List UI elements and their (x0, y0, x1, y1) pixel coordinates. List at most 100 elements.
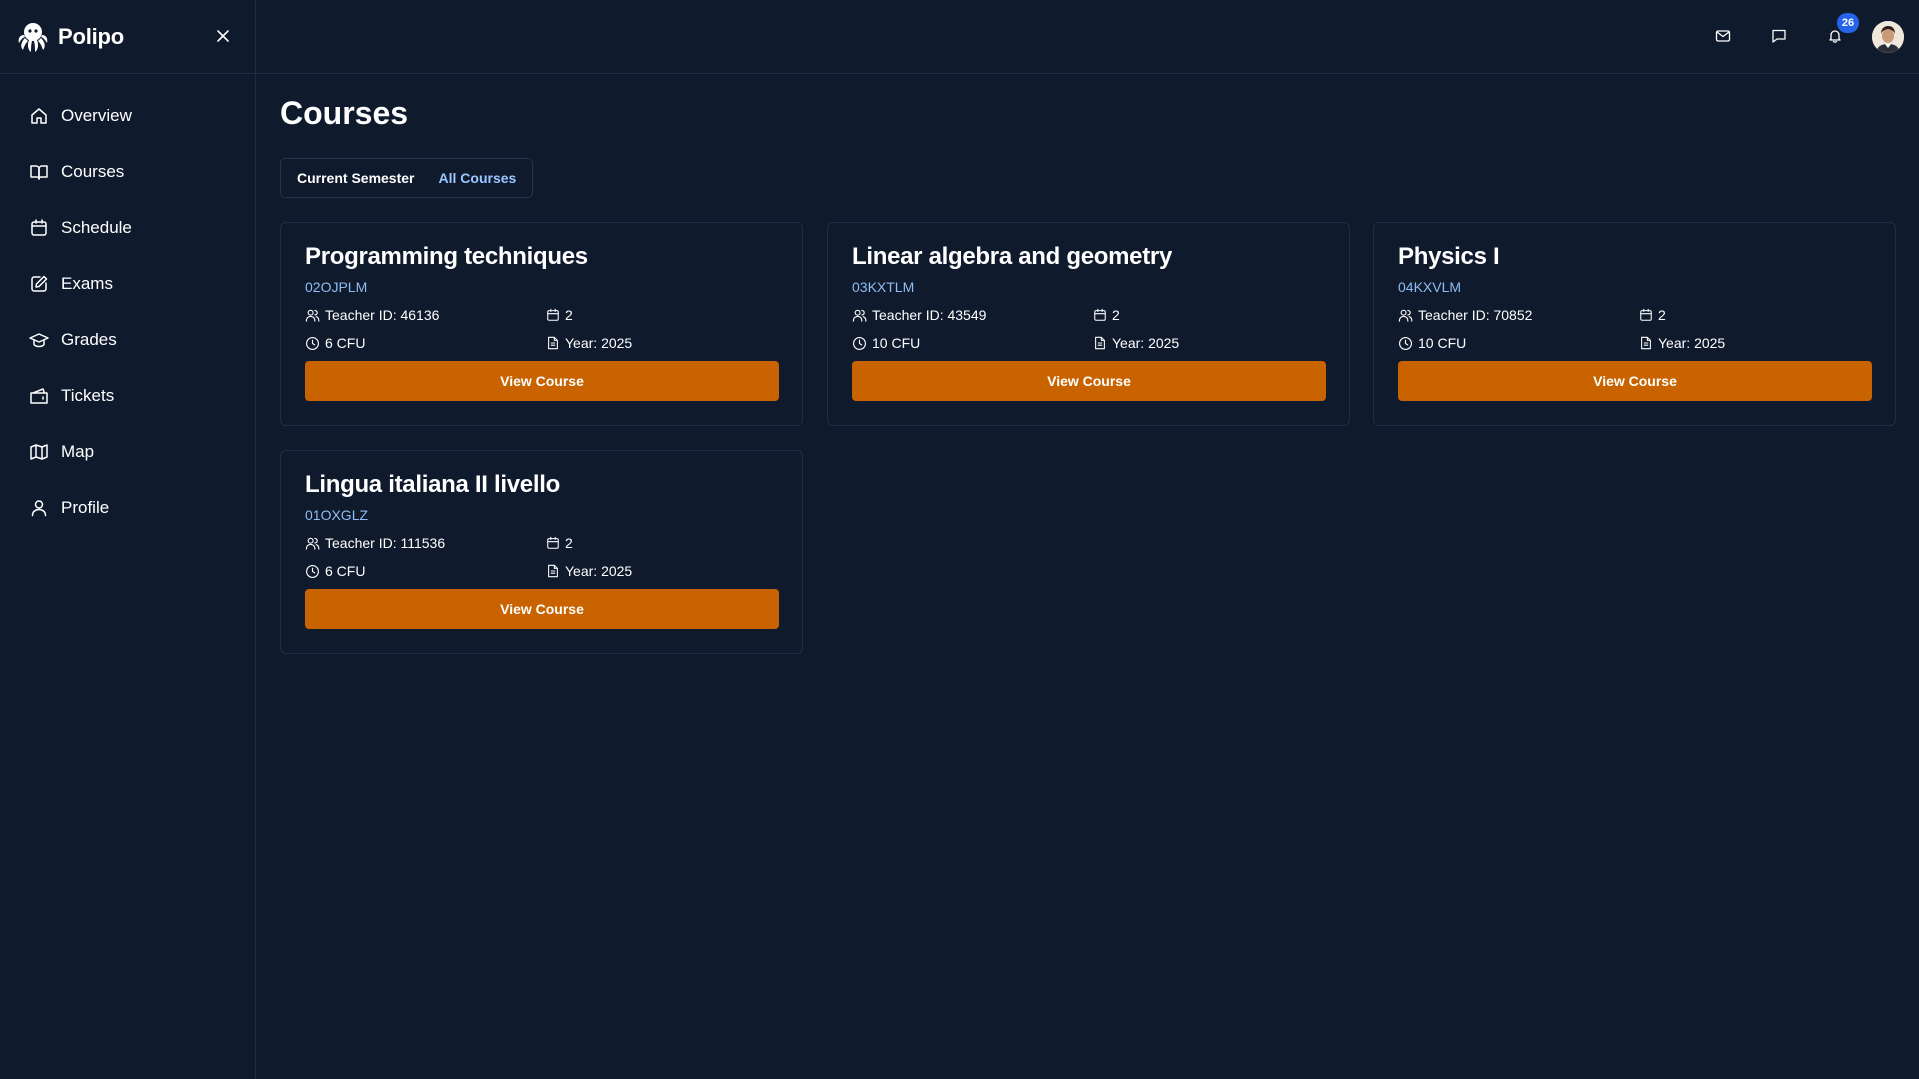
sidebar-item-label: Schedule (61, 218, 132, 237)
sidebar-item-label: Overview (61, 106, 132, 125)
course-code[interactable]: 03KXTLM (852, 279, 914, 295)
tab-current-semester[interactable]: Current Semester (297, 170, 415, 186)
course-code[interactable]: 04KXVLM (1398, 279, 1461, 295)
sidebar-item-label: Grades (61, 330, 117, 349)
tab-all-courses[interactable]: All Courses (439, 170, 517, 186)
course-year: Year: 2025 (1093, 335, 1179, 351)
view-course-button[interactable]: View Course (305, 589, 779, 629)
course-year-text: Year: 2025 (1112, 335, 1180, 351)
course-card: Lingua italiana II livello 01OXGLZ Teach… (280, 450, 803, 654)
map-icon (30, 444, 48, 460)
sidebar-item-exams[interactable]: Exams (0, 256, 255, 312)
sidebar-item-label: Profile (61, 498, 110, 517)
users-icon (305, 309, 320, 322)
course-title: Lingua italiana II livello (305, 471, 560, 498)
sidebar-item-map[interactable]: Map (0, 424, 255, 480)
course-teacher-text: Teacher ID: 70852 (1418, 307, 1533, 323)
message-icon (1772, 29, 1786, 43)
close-sidebar-button[interactable] (213, 26, 233, 46)
course-card: Programming techniques 02OJPLM Teacher I… (280, 222, 803, 426)
sidebar-item-courses[interactable]: Courses (0, 144, 255, 200)
edit-document-icon (31, 275, 48, 292)
sidebar-item-profile[interactable]: Profile (0, 480, 255, 536)
course-title: Physics I (1398, 243, 1500, 270)
mail-icon (1715, 30, 1731, 42)
course-period: 2 (1639, 307, 1666, 323)
sidebar-item-label: Map (61, 442, 95, 461)
course-credits-text: 6 CFU (325, 563, 366, 579)
sidebar-item-tickets[interactable]: Tickets (0, 368, 255, 424)
course-period-text: 2 (565, 535, 573, 551)
course-card: Linear algebra and geometry 03KXTLM Teac… (827, 222, 1350, 426)
course-credits: 10 CFU (1398, 335, 1466, 351)
course-year-text: Year: 2025 (565, 563, 633, 579)
app-root: Polipo Overview Courses Schedule Exams G… (0, 0, 1919, 1079)
course-credits-text: 6 CFU (325, 335, 366, 351)
semester-tabs: Current Semester All Courses (280, 158, 533, 198)
graduation-cap-icon (29, 333, 49, 348)
user-avatar-icon (1872, 21, 1904, 53)
course-period: 2 (546, 307, 573, 323)
calendar-icon (547, 536, 559, 549)
sidebar-header: Polipo (0, 0, 255, 74)
messages-button[interactable] (1769, 26, 1789, 46)
course-period: 2 (546, 535, 573, 551)
course-credits: 6 CFU (305, 563, 365, 579)
calendar-icon (1094, 308, 1106, 321)
view-course-button[interactable]: View Course (852, 361, 1326, 401)
users-icon (852, 309, 867, 322)
course-title: Linear algebra and geometry (852, 243, 1173, 270)
octopus-logo-icon (16, 20, 50, 54)
course-teacher-text: Teacher ID: 111536 (325, 535, 446, 551)
user-icon (31, 500, 47, 517)
calendar-icon (31, 219, 47, 236)
document-icon (1641, 336, 1651, 350)
clock-icon (306, 564, 319, 578)
course-year-text: Year: 2025 (565, 335, 633, 351)
view-course-button[interactable]: View Course (1398, 361, 1872, 401)
sidebar-item-label: Exams (61, 274, 113, 293)
clock-icon (1399, 336, 1412, 350)
course-year: Year: 2025 (546, 335, 632, 351)
home-icon (31, 108, 47, 124)
course-card: Physics I 04KXVLM Teacher ID: 70852 2 10… (1373, 222, 1896, 426)
course-year: Year: 2025 (1639, 335, 1725, 351)
course-teacher: Teacher ID: 43549 (852, 307, 986, 323)
avatar[interactable] (1872, 21, 1904, 53)
clock-icon (853, 336, 866, 350)
course-credits-text: 10 CFU (1418, 335, 1467, 351)
course-credits-text: 10 CFU (872, 335, 921, 351)
course-credits: 10 CFU (852, 335, 920, 351)
users-icon (305, 537, 320, 550)
sidebar-item-grades[interactable]: Grades (0, 312, 255, 368)
document-icon (548, 336, 558, 350)
mail-button[interactable] (1713, 26, 1733, 46)
topbar (256, 0, 1919, 74)
app-name: Polipo (58, 23, 125, 49)
course-title: Programming techniques (305, 243, 588, 270)
sidebar-item-label: Tickets (61, 386, 115, 405)
course-period-text: 2 (1658, 307, 1666, 323)
course-year-text: Year: 2025 (1658, 335, 1726, 351)
course-code[interactable]: 02OJPLM (305, 279, 367, 295)
calendar-icon (1640, 308, 1652, 321)
sidebar-nav: Overview Courses Schedule Exams Grades T… (0, 74, 255, 536)
course-period: 2 (1093, 307, 1120, 323)
course-period-text: 2 (1112, 307, 1120, 323)
document-icon (548, 564, 558, 578)
calendar-icon (547, 308, 559, 321)
notification-count-badge: 26 (1837, 13, 1859, 33)
document-icon (1095, 336, 1105, 350)
course-code[interactable]: 01OXGLZ (305, 507, 368, 523)
sidebar-item-overview[interactable]: Overview (0, 88, 255, 144)
course-teacher-text: Teacher ID: 43549 (872, 307, 987, 323)
users-icon (1398, 309, 1413, 322)
course-credits: 6 CFU (305, 335, 365, 351)
sidebar-item-label: Courses (61, 162, 125, 181)
sidebar-item-schedule[interactable]: Schedule (0, 200, 255, 256)
ticket-icon (30, 388, 48, 404)
view-course-button[interactable]: View Course (305, 361, 779, 401)
logo[interactable]: Polipo (16, 20, 124, 54)
sidebar: Polipo Overview Courses Schedule Exams G… (0, 0, 256, 1079)
page-title: Courses (280, 95, 409, 131)
